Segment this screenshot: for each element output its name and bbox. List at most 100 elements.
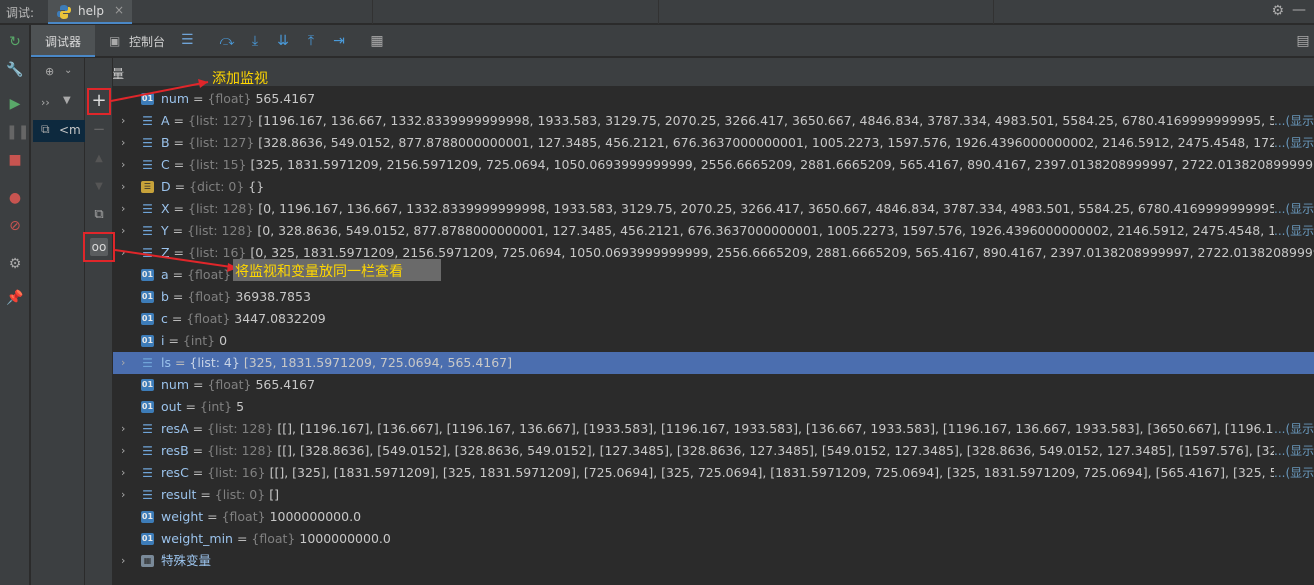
variable-value: [1196.167, 136.667, 1332.8339999999998, … (258, 113, 1313, 128)
pause-icon[interactable]: ❚❚ (6, 123, 29, 141)
rerun-icon[interactable]: ↻ (6, 33, 24, 51)
variable-text: result = {list: 0} [] (161, 487, 279, 502)
variable-value: 3447.0832209 (234, 311, 326, 326)
chevron-down-icon[interactable]: ⌄ (64, 65, 72, 76)
step-out-icon[interactable]: ⤒ (301, 31, 321, 51)
number-type-icon: 01 (141, 401, 154, 413)
variable-type: {list: 128} (188, 201, 255, 216)
layout-settings-icon[interactable]: ▤ (1293, 31, 1313, 51)
tab-console[interactable]: 控制台 (129, 33, 165, 50)
settings-icon[interactable]: ⚙ (6, 255, 24, 273)
variable-text: c = {float} 3447.0832209 (161, 311, 326, 326)
step-into-icon[interactable]: ⤓ (245, 31, 265, 51)
tab-debugger[interactable]: 调试器 (31, 25, 95, 57)
variable-row[interactable]: › ☰ ls = {list: 4} [325, 1831.5971209, 725… (113, 352, 1314, 374)
chevron-right-icon[interactable]: › (121, 418, 131, 440)
show-more-link[interactable]: ...(显示 (1274, 220, 1314, 242)
evaluate-expression-icon[interactable]: ▦ (367, 31, 387, 51)
variable-row[interactable]: 01 c = {float} 3447.0832209 (113, 308, 1314, 330)
variable-name: c (161, 311, 168, 326)
show-more-link[interactable]: ...(显示 (1274, 110, 1314, 132)
run-to-cursor-icon[interactable]: ⇥ (329, 31, 349, 51)
variable-text: resC = {list: 16} [[], [325], [1831.5971… (161, 462, 1314, 484)
variable-name: weight (161, 509, 204, 524)
variable-value: [328.8636, 549.0152, 877.8788000000001, … (258, 135, 1305, 150)
chevron-right-icon[interactable]: › (121, 550, 131, 572)
show-more-link[interactable]: ...(显示 (1274, 462, 1314, 484)
filter-icon[interactable]: ⊕ (45, 65, 54, 78)
double-chevron-icon[interactable]: ›› (41, 96, 50, 109)
variable-text: weight_min = {float} 1000000000.0 (161, 531, 391, 546)
variable-row[interactable]: › ☰ C = {list: 15} [325, 1831.5971209, 215… (113, 154, 1314, 176)
variable-row[interactable]: 01 b = {float} 36938.7853 (113, 286, 1314, 308)
chevron-right-icon[interactable]: › (121, 198, 131, 220)
view-breakpoints-icon[interactable]: ● (6, 189, 24, 207)
chevron-right-icon[interactable]: › (121, 352, 131, 374)
variable-type: {list: 127} (187, 113, 255, 128)
variable-value: [0, 1196.167, 136.667, 1332.833999999999… (258, 201, 1309, 216)
variable-name: ls (161, 355, 171, 370)
chevron-right-icon[interactable]: › (121, 176, 131, 198)
variable-value: [325, 1831.5971209, 725.0694, 565.4167] (243, 355, 513, 370)
chevron-right-icon[interactable]: › (121, 154, 131, 176)
variable-row[interactable]: › ☰ A = {list: 127} [1196.167, 136.667, 13… (113, 110, 1314, 132)
chevron-right-icon[interactable]: › (121, 132, 131, 154)
list-type-icon: ☰ (142, 444, 153, 458)
chevron-right-icon[interactable]: › (121, 220, 131, 242)
variable-row[interactable]: › ☰ B = {list: 127} [328.8636, 549.0152, 8… (113, 132, 1314, 154)
frame-item[interactable]: ⧉ <m (33, 120, 85, 142)
close-icon[interactable]: × (114, 3, 124, 17)
variable-row[interactable]: › ☰ D = {dict: 0} {} (113, 176, 1314, 198)
minimize-icon[interactable]: — (1292, 2, 1306, 18)
show-more-link[interactable]: ...(显示 (1274, 440, 1314, 462)
show-more-link[interactable]: ...(显示 (1274, 132, 1314, 154)
variable-value: [325, 1831.5971209, 2156.5971209, 725.06… (250, 157, 1314, 172)
mute-breakpoints-icon[interactable]: ⊘ (6, 217, 24, 235)
dropdown-icon[interactable]: ▼ (63, 95, 71, 106)
variable-name: num (161, 91, 190, 106)
variable-row[interactable]: 01 weight = {float} 1000000000.0 (113, 506, 1314, 528)
pin-icon[interactable]: 📌 (6, 289, 24, 307)
move-down-icon[interactable]: ▼ (90, 178, 108, 196)
variable-row[interactable]: › ☰ resB = {list: 128} [[], [328.8636], [5… (113, 440, 1314, 462)
variable-row[interactable]: 01 num = {float} 565.4167 (113, 374, 1314, 396)
variable-type: {float} (187, 267, 232, 282)
tab-help[interactable]: help × (48, 0, 132, 24)
chevron-right-icon[interactable]: › (121, 110, 131, 132)
chevron-right-icon[interactable]: › (121, 242, 131, 264)
variable-row[interactable]: 01 weight_min = {float} 1000000000.0 (113, 528, 1314, 550)
variable-text: i = {int} 0 (161, 333, 228, 348)
variable-row[interactable]: › ☰ Y = {list: 128} [0, 328.8636, 549.0152… (113, 220, 1314, 242)
list-type-icon: ☰ (142, 356, 153, 370)
variable-text: a = {float} 1 (161, 264, 243, 286)
remove-watch-icon[interactable]: − (90, 120, 108, 138)
annotation-merge-bg: 将监视和变量放同一栏查看 (233, 259, 441, 281)
layout-icon[interactable]: ☰ (181, 32, 194, 48)
variable-row[interactable]: › ☰ result = {list: 0} [] (113, 484, 1314, 506)
variable-row[interactable]: › ☰ resC = {list: 16} [[], [325], [1831.59… (113, 462, 1314, 484)
wrench-icon[interactable]: 🔧 (6, 61, 24, 79)
variable-row[interactable]: › ☰ resA = {list: 128} [[], [1196.167], [1… (113, 418, 1314, 440)
move-up-icon[interactable]: ▲ (90, 150, 108, 168)
variable-row[interactable]: 01 num = {float} 565.4167 (113, 88, 1314, 110)
variable-name: weight_min (161, 531, 233, 546)
variable-type: {list: 128} (207, 443, 274, 458)
stop-icon[interactable]: ■ (6, 151, 24, 169)
resume-icon[interactable]: ▶ (6, 95, 24, 113)
show-more-link[interactable]: ...(显示 (1274, 198, 1314, 220)
variable-row[interactable]: › ▦ 特殊变量 (113, 550, 1314, 572)
variable-name: B (161, 135, 170, 150)
step-over-icon[interactable]: ⤼ (217, 31, 237, 51)
step-into-my-code-icon[interactable]: ⇊ (273, 31, 293, 51)
copy-icon[interactable]: ⧉ (90, 206, 108, 224)
number-type-icon: 01 (141, 93, 154, 105)
python-icon (57, 5, 71, 19)
chevron-right-icon[interactable]: › (121, 462, 131, 484)
gear-icon[interactable]: ⚙ (1271, 3, 1284, 19)
variable-row[interactable]: 01 i = {int} 0 (113, 330, 1314, 352)
chevron-right-icon[interactable]: › (121, 484, 131, 506)
variable-row[interactable]: 01 out = {int} 5 (113, 396, 1314, 418)
show-more-link[interactable]: ...(显示 (1274, 418, 1314, 440)
chevron-right-icon[interactable]: › (121, 440, 131, 462)
variable-row[interactable]: › ☰ X = {list: 128} [0, 1196.167, 136.667,… (113, 198, 1314, 220)
